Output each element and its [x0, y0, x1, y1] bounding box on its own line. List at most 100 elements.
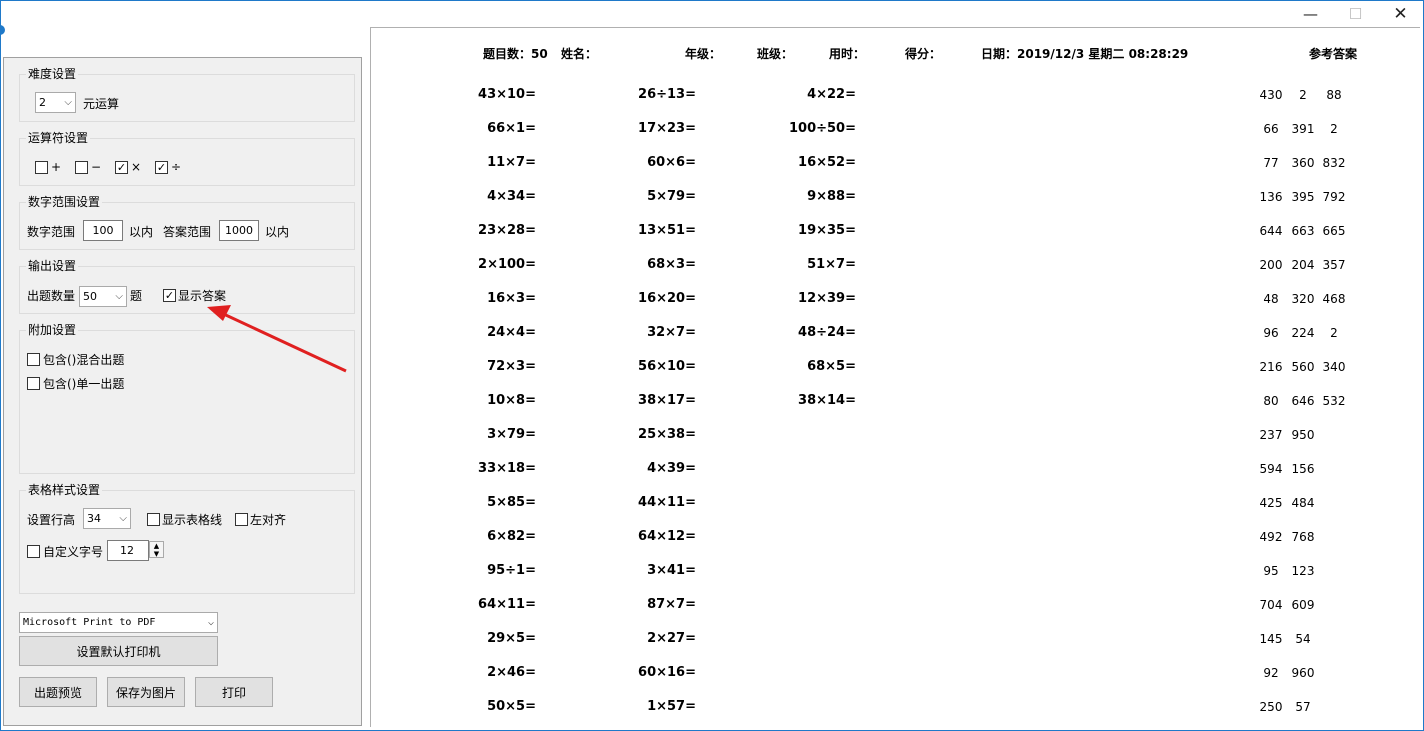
- row-height-select[interactable]: 34 ⌵: [83, 508, 131, 529]
- answer-value: 57: [1295, 700, 1311, 714]
- question-item: 13×51=: [638, 223, 696, 238]
- question-item: 64×12=: [638, 529, 696, 544]
- set-default-printer-button[interactable]: 设置默认打印机: [19, 636, 218, 666]
- question-item: 95÷1=: [487, 563, 536, 578]
- question-item: 16×3=: [487, 291, 536, 306]
- show-answer-checkbox[interactable]: ✓: [163, 289, 176, 302]
- answer-value: 391: [1291, 122, 1315, 136]
- answer-value: 960: [1291, 666, 1315, 680]
- answer-value: 560: [1291, 360, 1315, 374]
- save-image-button[interactable]: 保存为图片: [107, 677, 185, 707]
- num-range-suffix: 以内: [129, 225, 154, 239]
- custom-font-checkbox[interactable]: [27, 545, 40, 558]
- answer-value: 250: [1259, 700, 1283, 714]
- difficulty-select[interactable]: 2 ⌵: [35, 92, 76, 113]
- answers-title: 参考答案: [1309, 47, 1358, 61]
- answer-value: 77: [1263, 156, 1279, 170]
- answer-value: 95: [1263, 564, 1279, 578]
- question-item: 9×88=: [807, 189, 856, 204]
- plus-checkbox[interactable]: [35, 161, 48, 174]
- print-button[interactable]: 打印: [195, 677, 273, 707]
- answer-value: 88: [1326, 88, 1342, 102]
- chevron-down-icon: ⌵: [207, 617, 214, 628]
- question-item: 6×82=: [487, 529, 536, 544]
- close-button[interactable]: ✕: [1378, 1, 1423, 27]
- question-item: 43×10=: [478, 87, 536, 102]
- font-size-input[interactable]: 12: [107, 540, 149, 561]
- question-item: 4×22=: [807, 87, 856, 102]
- question-item: 100÷50=: [788, 121, 856, 136]
- answer-value: 92: [1263, 666, 1279, 680]
- answer-value: 484: [1291, 496, 1315, 510]
- answer-value: 200: [1259, 258, 1283, 272]
- answer-value: 792: [1322, 190, 1346, 204]
- question-item: 64×11=: [478, 597, 536, 612]
- question-item: 87×7=: [647, 597, 696, 612]
- num-range-label: 数字范围: [27, 225, 76, 239]
- single-checkbox[interactable]: [27, 377, 40, 390]
- question-item: 5×79=: [647, 189, 696, 204]
- app-icon: [0, 25, 5, 35]
- question-item: 19×35=: [798, 223, 856, 238]
- question-item: 3×79=: [487, 427, 536, 442]
- answer-value: 320: [1291, 292, 1315, 306]
- mixed-checkbox[interactable]: [27, 353, 40, 366]
- question-item: 48÷24=: [798, 325, 856, 340]
- answer-value: 2: [1330, 122, 1338, 136]
- plus-label: +: [51, 160, 62, 174]
- question-item: 24×4=: [487, 325, 536, 340]
- answer-value: 2: [1330, 326, 1338, 340]
- grid-label: 显示表格线: [162, 513, 223, 527]
- answer-value: 594: [1259, 462, 1283, 476]
- question-item: 2×100=: [478, 257, 536, 272]
- maximize-button[interactable]: ☐: [1333, 1, 1378, 27]
- answer-value: 156: [1291, 462, 1315, 476]
- answer-value: 704: [1259, 598, 1283, 612]
- table-style-title: 表格样式设置: [26, 483, 103, 497]
- difficulty-value: 2: [39, 96, 46, 109]
- ans-range-input[interactable]: 1000: [219, 220, 259, 241]
- question-item: 32×7=: [647, 325, 696, 340]
- count-select[interactable]: 50 ⌵: [79, 286, 127, 307]
- minus-checkbox[interactable]: [75, 161, 88, 174]
- difficulty-group: 难度设置 2 ⌵ 元运算: [19, 67, 355, 122]
- printer-value: Microsoft Print to PDF: [23, 617, 156, 628]
- question-item: 66×1=: [487, 121, 536, 136]
- question-item: 56×10=: [638, 359, 696, 374]
- answer-value: 609: [1291, 598, 1315, 612]
- count-suffix: 题: [130, 289, 143, 303]
- minimize-button[interactable]: —: [1288, 1, 1333, 27]
- question-item: 68×5=: [807, 359, 856, 374]
- question-item: 5×85=: [487, 495, 536, 510]
- custom-font-label: 自定义字号: [43, 545, 104, 559]
- range-group: 数字范围设置 数字范围 100 以内 答案范围 1000 以内: [19, 195, 355, 250]
- question-item: 72×3=: [487, 359, 536, 374]
- printer-select[interactable]: Microsoft Print to PDF ⌵: [19, 612, 218, 633]
- grade-field: 年级：: [685, 47, 722, 61]
- question-item: 4×39=: [647, 461, 696, 476]
- question-item: 51×7=: [807, 257, 856, 272]
- question-item: 38×17=: [638, 393, 696, 408]
- answer-value: 425: [1259, 496, 1283, 510]
- answer-value: 950: [1291, 428, 1315, 442]
- question-item: 68×3=: [647, 257, 696, 272]
- answer-value: 532: [1322, 394, 1346, 408]
- question-item: 2×46=: [487, 665, 536, 680]
- answer-value: 48: [1263, 292, 1279, 306]
- answer-value: 224: [1291, 326, 1315, 340]
- answer-value: 644: [1259, 224, 1283, 238]
- answer-value: 123: [1291, 564, 1315, 578]
- question-item: 16×20=: [638, 291, 696, 306]
- font-size-stepper[interactable]: ▲ ▼: [149, 541, 164, 558]
- question-item: 60×16=: [638, 665, 696, 680]
- multiply-checkbox[interactable]: ✓: [115, 161, 128, 174]
- preview-button[interactable]: 出题预览: [19, 677, 97, 707]
- answer-value: 468: [1322, 292, 1346, 306]
- num-range-input[interactable]: 100: [83, 220, 123, 241]
- question-item: 60×6=: [647, 155, 696, 170]
- answer-value: 216: [1259, 360, 1283, 374]
- divide-checkbox[interactable]: ✓: [155, 161, 168, 174]
- left-align-checkbox[interactable]: [235, 513, 248, 526]
- grid-checkbox[interactable]: [147, 513, 160, 526]
- operators-group: 运算符设置 + − ✓ × ✓ ÷: [19, 131, 355, 186]
